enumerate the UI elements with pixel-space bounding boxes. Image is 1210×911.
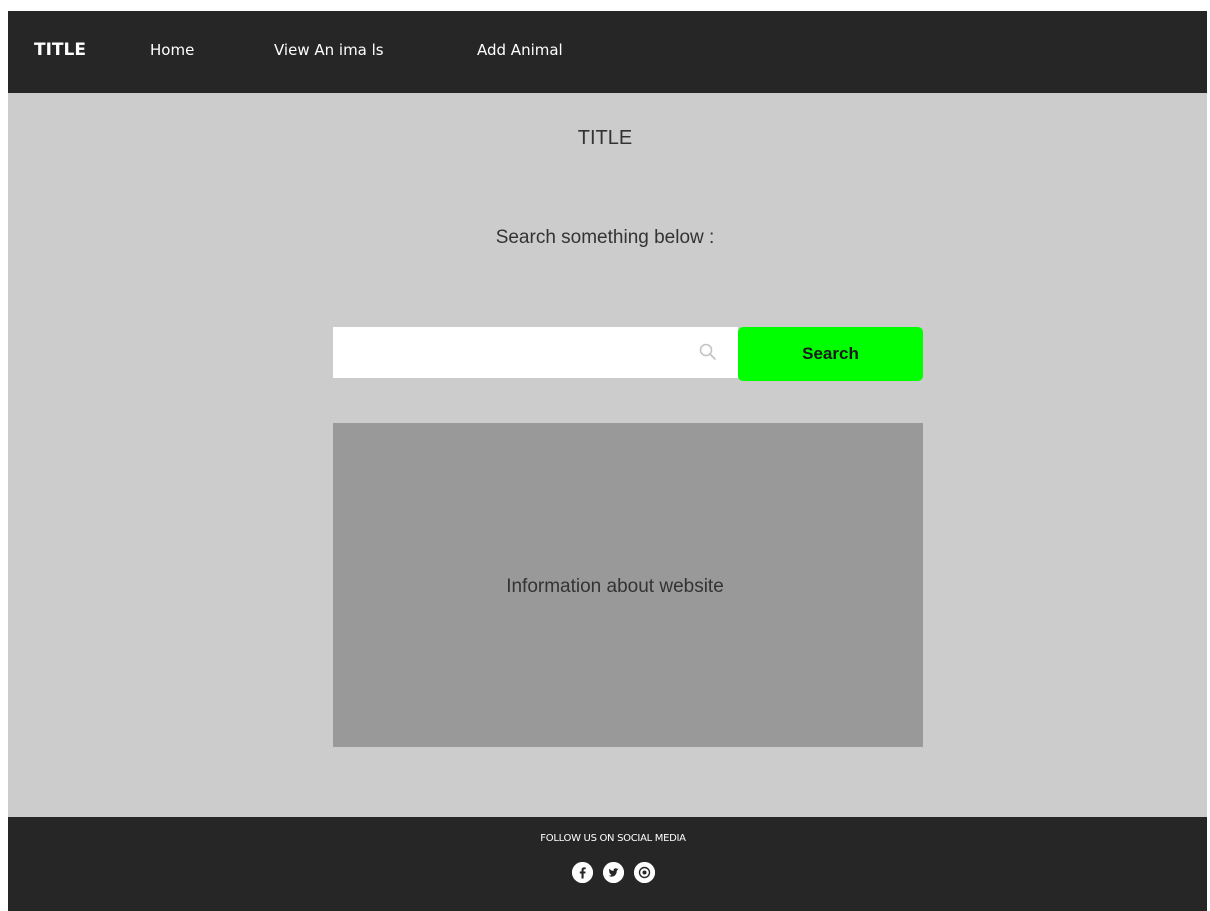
twitter-icon[interactable] <box>602 862 624 883</box>
page-title: TITLE <box>577 127 633 149</box>
social-links <box>8 862 1210 883</box>
search-field <box>333 327 738 378</box>
footer-follow-text: FOLLOW US ON SOCIAL MEDIA <box>540 833 686 844</box>
info-text: Information about website <box>506 576 724 597</box>
search-button[interactable]: Search <box>738 327 923 381</box>
nav-link-add-animal[interactable]: Add Animal <box>477 41 563 59</box>
footer: FOLLOW US ON SOCIAL MEDIA <box>8 817 1207 911</box>
nav-link-home[interactable]: Home <box>150 41 194 59</box>
navbar: TITLE Home View An ima ls Add Animal <box>8 11 1207 93</box>
nav-brand-title[interactable]: TITLE <box>34 40 86 60</box>
nav-link-view-animals[interactable]: View An ima ls <box>274 41 384 59</box>
search-input[interactable] <box>333 327 693 378</box>
pinterest-icon[interactable] <box>633 862 655 883</box>
info-panel: Information about website <box>333 423 923 747</box>
facebook-icon[interactable] <box>571 862 593 883</box>
search-icon <box>699 343 716 360</box>
search-prompt: Search something below : <box>495 227 715 248</box>
